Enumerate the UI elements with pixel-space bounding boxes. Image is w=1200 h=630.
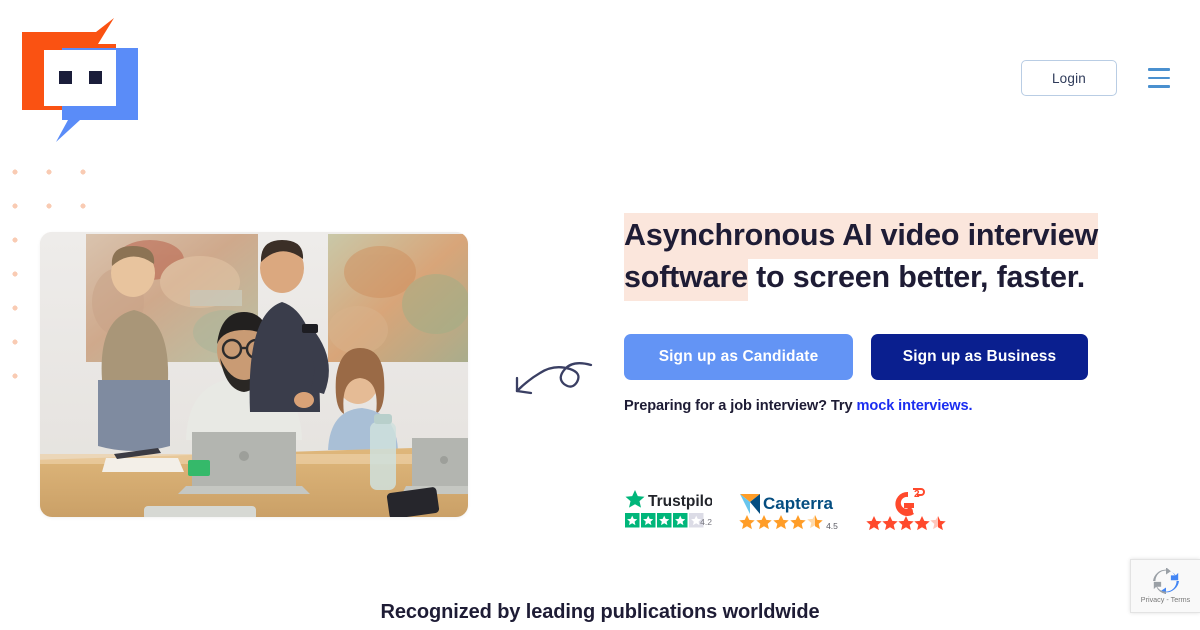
g2-logo-icon: 2 [866, 488, 946, 531]
badge-trustpilot[interactable]: Trustpilot 4.2 4.2 [624, 488, 712, 532]
hero-text-block: Asynchronous AI video interview software… [624, 213, 1124, 301]
cta-button-row: Sign up as Candidate Sign up as Business [624, 334, 1088, 380]
badge-g2[interactable]: 2 4.5 [866, 488, 946, 532]
hamburger-line [1148, 76, 1170, 80]
recaptcha-label: Privacy - Terms [1140, 595, 1191, 604]
speech-bubble-logo-icon [22, 18, 138, 142]
hero-photo-illustration [40, 232, 468, 517]
headline-rest: to screen better, faster. [747, 260, 1086, 294]
hero-team-photo [40, 232, 468, 517]
signup-business-label: Sign up as Business [902, 348, 1057, 365]
svg-text:Capterra: Capterra [763, 494, 833, 513]
badge-capterra[interactable]: Capterra 4.5 4.5 [738, 488, 840, 532]
recognized-heading: Recognized by leading publications world… [380, 601, 820, 623]
hamburger-line [1148, 68, 1170, 71]
review-badges: Trustpilot 4.2 4.2 [624, 488, 946, 532]
login-button[interactable]: Login [1021, 60, 1117, 96]
capterra-logo-icon: Capterra 4.5 [739, 494, 838, 531]
hamburger-line [1148, 85, 1170, 88]
signup-candidate-label: Sign up as Candidate [658, 348, 819, 365]
site-header: Login [0, 0, 1200, 160]
page-title: Asynchronous AI video interview software… [624, 213, 1102, 301]
signup-candidate-button[interactable]: Sign up as Candidate [624, 334, 853, 380]
water-bottle [370, 414, 396, 490]
recaptcha-arrows-icon [1152, 568, 1179, 594]
curly-arrow-left-icon [505, 352, 595, 400]
landing-page: Login Asynchronous AI video interview so… [0, 0, 1200, 630]
svg-text:4.5: 4.5 [826, 521, 838, 531]
login-button-label: Login [1051, 70, 1087, 86]
brand-logo[interactable] [20, 18, 140, 142]
mock-interviews-link[interactable]: mock interviews. [857, 398, 973, 414]
hamburger-menu-icon[interactable] [1148, 68, 1170, 88]
signup-business-button[interactable]: Sign up as Business [871, 334, 1088, 380]
svg-text:2: 2 [914, 489, 920, 500]
recaptcha-badge[interactable]: Privacy - Terms [1130, 559, 1200, 613]
mock-interview-line: Preparing for a job interview? Try mock … [624, 398, 973, 414]
mock-interview-prefix: Preparing for a job interview? Try [624, 398, 857, 414]
trustpilot-logo-icon: Trustpilot 4.2 [625, 490, 712, 528]
svg-text:4.2: 4.2 [700, 517, 712, 527]
svg-text:Trustpilot: Trustpilot [648, 493, 712, 510]
